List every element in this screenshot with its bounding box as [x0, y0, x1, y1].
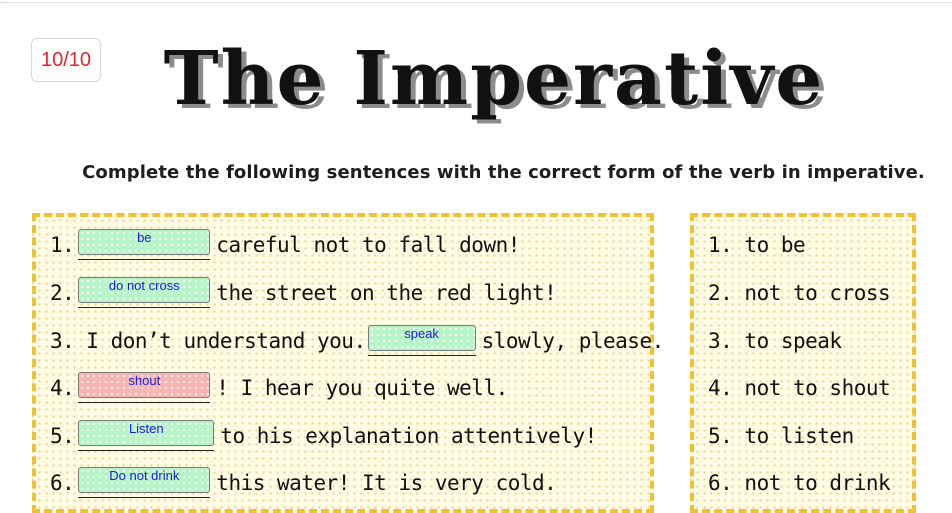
- exercise-row: 4. shout! I hear you quite well.: [50, 368, 508, 408]
- answer-key-panel: 1. to be 2. not to cross 3. to speak 4. not…: [690, 213, 916, 513]
- key-item: 4. not to shout: [708, 376, 891, 400]
- exercise-row: 6. Do not drink this water! It is very col…: [50, 463, 557, 503]
- key-item: 1. to be: [708, 233, 806, 257]
- page-title: The Imperative The Imperative: [126, 34, 866, 126]
- answer-input-correct[interactable]: do not cross: [78, 276, 211, 303]
- instructions-text: Complete the following sentences with th…: [82, 162, 925, 183]
- exercise-row: 1. be careful not to fall down!: [50, 225, 520, 265]
- item-number: 5.: [50, 424, 75, 448]
- answer-input-correct[interactable]: Do not drink: [78, 466, 211, 493]
- score-badge: 10/10: [31, 38, 101, 82]
- sentence-end: the street on the red light!: [216, 281, 557, 305]
- sentence-end: ! I hear you quite well.: [216, 376, 508, 400]
- answer-input-correct[interactable]: Listen: [78, 419, 215, 446]
- sentence-start: I don’t understand you.: [86, 329, 366, 353]
- sentence-end: slowly, please.: [481, 329, 665, 353]
- key-item: 5. to listen: [708, 424, 854, 448]
- item-number: 4.: [50, 376, 75, 400]
- key-item: 3. to speak: [708, 329, 842, 353]
- item-number: 2.: [50, 281, 75, 305]
- exercise-row: 5. Listen to his explanation attentively!: [50, 416, 597, 456]
- key-item: 6. not to drink: [708, 471, 891, 495]
- answer-blank[interactable]: be: [78, 228, 211, 260]
- answer-input-incorrect[interactable]: shout: [78, 371, 211, 398]
- item-number: 1.: [50, 233, 75, 257]
- title-text: The Imperative: [164, 36, 825, 122]
- sentence-end: careful not to fall down!: [216, 233, 520, 257]
- item-number: 3.: [50, 329, 75, 353]
- answer-blank[interactable]: Listen: [78, 419, 215, 451]
- top-divider: [0, 2, 952, 3]
- answer-blank[interactable]: Do not drink: [78, 466, 211, 498]
- answer-blank[interactable]: do not cross: [78, 276, 211, 308]
- key-item: 2. not to cross: [708, 281, 891, 305]
- answer-input-correct[interactable]: be: [78, 228, 211, 255]
- item-number: 6.: [50, 471, 75, 495]
- exercise-row: 3. I don’t understand you. speak slowly, pl…: [50, 321, 664, 361]
- exercise-row: 2. do not cross the street on the red ligh…: [50, 273, 557, 313]
- title-graphic: The Imperative The Imperative: [164, 36, 828, 126]
- sentence-end: to his explanation attentively!: [220, 424, 597, 448]
- answer-blank[interactable]: shout: [78, 371, 211, 403]
- sentence-end: this water! It is very cold.: [216, 471, 557, 495]
- answer-blank[interactable]: speak: [367, 324, 476, 356]
- answer-input-correct[interactable]: speak: [367, 324, 476, 351]
- exercise-panel: 1. be careful not to fall down! 2. do not cr…: [32, 213, 664, 513]
